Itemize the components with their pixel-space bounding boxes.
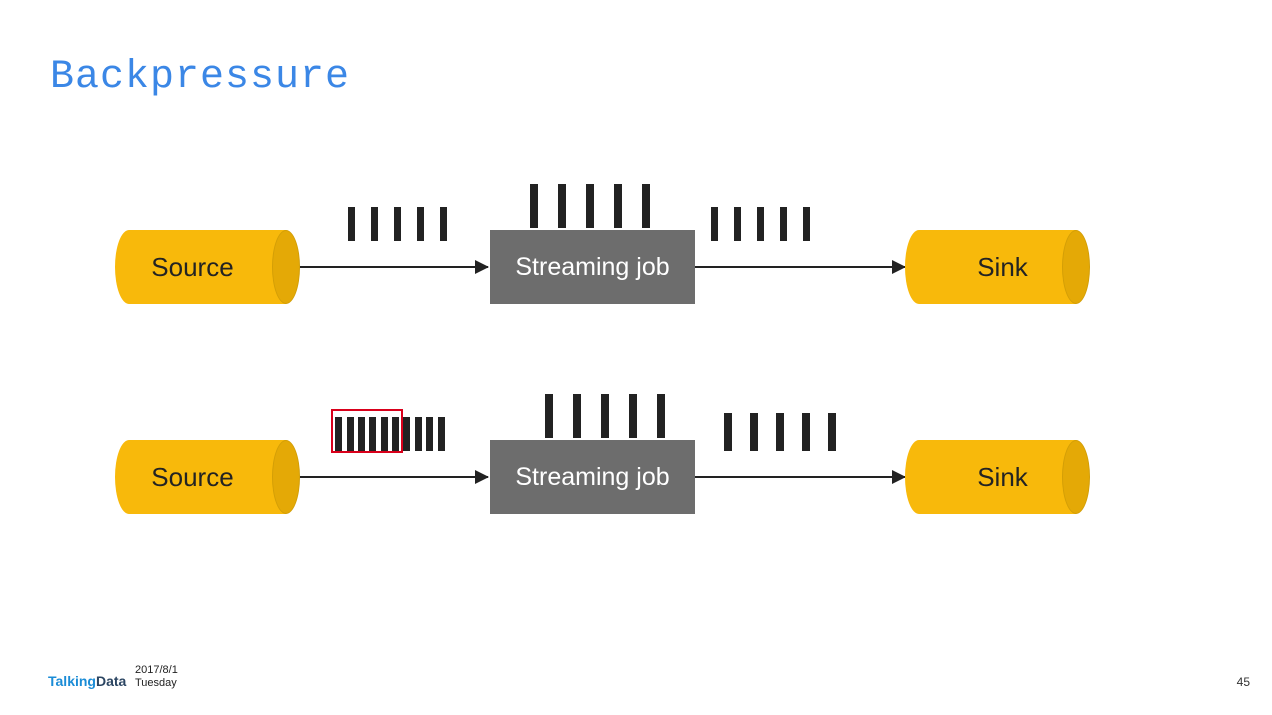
footer-date-value: 2017/8/1 [135,664,178,678]
streaming-job-box: Streaming job [490,230,695,304]
logo-part-a: Talking [48,673,96,689]
streaming-job-box: Streaming job [490,440,695,514]
event-tick-icon [724,413,732,451]
footer-date: 2017/8/1 Tuesday [135,664,178,692]
event-tick-icon [347,417,354,451]
event-tick-icon [545,394,553,438]
event-tick-icon [802,413,810,451]
arrow-icon [300,266,488,268]
source-cylinder: Source [115,440,300,514]
sink-cylinder: Sink [905,440,1090,514]
event-tick-icon [440,207,447,241]
event-tick-icon [642,184,650,228]
pipeline-row-normal: Source Streaming job Sink [115,155,1090,345]
event-tick-icon [586,184,594,228]
event-tick-icon [711,207,718,241]
source-label: Source [115,462,300,493]
event-tick-icon [750,413,758,451]
event-tick-icon [530,184,538,228]
event-tick-icon [629,394,637,438]
event-tick-icon [369,417,376,451]
source-label: Source [115,252,300,283]
arrow-icon [300,476,488,478]
slide: Backpressure Source Streaming job Sink [0,0,1272,715]
footer-day-value: Tuesday [135,677,178,691]
event-tick-icon [734,207,741,241]
footer-logo: TalkingData [48,673,126,689]
event-tick-icon [438,417,445,451]
event-tick-icon [426,417,433,451]
slide-title: Backpressure [50,55,350,100]
event-tick-icon [371,207,378,241]
page-number: 45 [1237,675,1250,689]
event-tick-icon [614,184,622,228]
event-tick-icon [828,413,836,451]
event-tick-icon [392,417,399,451]
event-tick-icon [381,417,388,451]
sink-label: Sink [905,252,1090,283]
event-tick-icon [335,417,342,451]
event-tick-icon [601,394,609,438]
diagram-area: Source Streaming job Sink Source [115,155,1090,555]
events-ticks-left-congested [333,417,447,451]
event-tick-icon [348,207,355,241]
event-tick-icon [780,207,787,241]
event-tick-icon [573,394,581,438]
event-tick-icon [358,417,365,451]
events-ticks-right [715,413,845,451]
events-ticks-left [340,207,455,241]
event-tick-icon [394,207,401,241]
event-tick-icon [403,417,410,451]
logo-part-b: Data [96,673,126,689]
event-tick-icon [776,413,784,451]
event-tick-icon [757,207,764,241]
event-tick-icon [415,417,422,451]
events-ticks-center [535,394,675,438]
event-tick-icon [417,207,424,241]
event-tick-icon [803,207,810,241]
events-ticks-center [520,184,660,228]
sink-cylinder: Sink [905,230,1090,304]
sink-label: Sink [905,462,1090,493]
event-tick-icon [558,184,566,228]
source-cylinder: Source [115,230,300,304]
arrow-icon [695,476,905,478]
events-ticks-right [703,207,818,241]
arrow-icon [695,266,905,268]
event-tick-icon [657,394,665,438]
pipeline-row-backpressure: Source Streaming job Sink [115,365,1090,555]
